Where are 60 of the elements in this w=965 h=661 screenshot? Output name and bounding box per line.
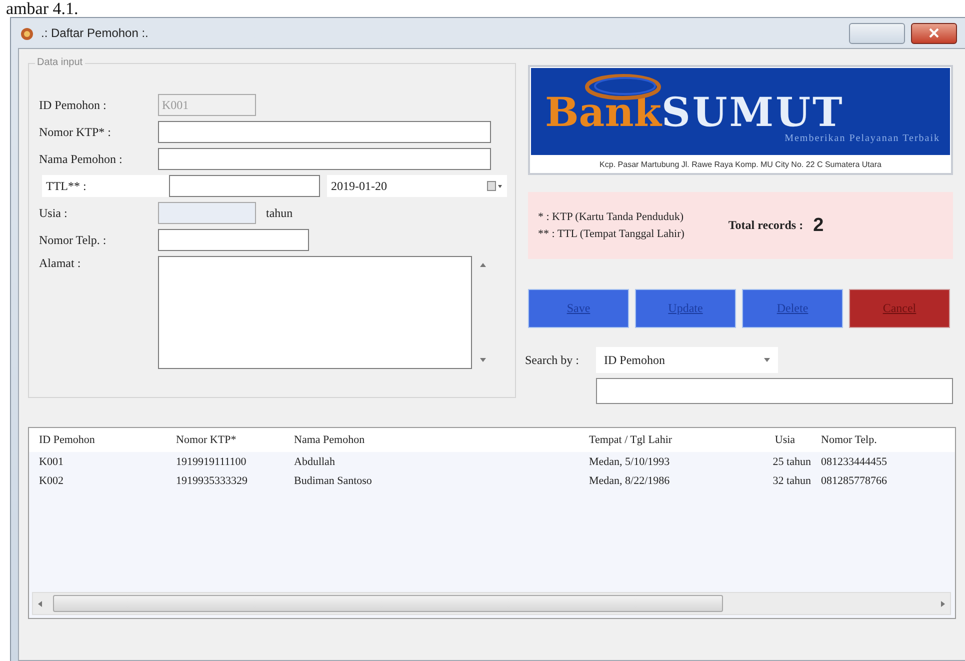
close-button[interactable] [911,22,957,44]
search-by-dropdown[interactable]: ID Pemohon [596,347,778,373]
table-cell-text: 1919935333329 [176,474,248,486]
input-field[interactable] [169,175,320,197]
input-field[interactable] [158,148,491,170]
search-field[interactable] [596,378,953,404]
minimize-maximize-buttons[interactable] [849,22,905,44]
date-value: 2019-01-20 [331,178,388,194]
address-field[interactable] [158,256,472,369]
total-label: Total records : [728,218,804,233]
field-label: Alamat : [39,256,82,271]
table-cell-text: 081233444455 [821,456,888,468]
scroll-thumb[interactable] [53,595,723,612]
table-cell-text: 32 tahun [772,474,812,486]
app-icon [19,25,35,41]
scroll-right-icon[interactable] [940,600,946,606]
field-label: Usia : [39,206,68,220]
input-field[interactable] [158,229,309,251]
logo-text: SUMUT [662,93,844,133]
table-cell-text: Medan, 8/22/1986 [589,474,671,486]
scroll-up-icon[interactable] [480,262,486,268]
search-label: Search by : [525,352,580,368]
caption: ambar 4.1. [6,0,78,17]
column-header[interactable]: ID Pemohon [39,434,176,446]
date-picker[interactable]: 2019-01-20 [327,175,507,197]
column-header[interactable]: Tempat / Tgl Lahir [589,434,759,446]
unit-label: tahun [266,206,293,220]
table-cell-text: Medan, 5/10/1993 [589,456,671,468]
field-label: Nama Pemohon : [39,152,124,166]
logo-tagline: Memberikan Pelayanan Terbaik [784,133,940,144]
column-header[interactable]: Nomor KTP* [176,434,294,446]
field-label: Nomor Telp. : [39,232,108,248]
logo-text: Bank [545,93,662,133]
table-cell-text: 1919919111100 [176,456,248,468]
table-cell-text: Abdullah [294,456,336,468]
field-label: TTL** : [46,178,88,194]
table-cell-text: K001 [39,456,64,468]
footnote: * : KTP (Kartu Tanda Penduduk) [538,211,684,223]
calendar-dropdown-icon [487,181,503,191]
column-header[interactable]: Usia [759,434,821,446]
field-label: ID Pemohon : [39,98,108,112]
scroll-left-icon[interactable] [37,600,43,606]
field-label: Nomor KTP* : [39,124,112,140]
window-title: .: Daftar Pemohon :. [41,26,148,40]
table-cell-text: Budiman Santoso [294,474,373,486]
table-cell-text: K002 [39,474,64,486]
dropdown-value: ID Pemohon [604,352,666,368]
address-line: Kcp. Pasar Martubung Jl. Rawe Raya Komp. MU City No. 22 C Sumatera Utara [598,159,882,171]
scroll-down-icon[interactable] [480,357,486,363]
footnote: ** : TTL (Tempat Tanggal Lahir) [538,228,684,240]
close-icon [929,28,939,38]
group-title: Data input [35,57,85,68]
column-header[interactable]: Nomor Telp. [821,434,955,446]
table-cell-text: 081285778766 [821,474,888,486]
dropdown-arrow-icon[interactable] [764,357,770,363]
input-field[interactable] [158,121,491,143]
horizontal-scrollbar[interactable] [32,592,951,615]
table-cell-text: 25 tahun [772,456,812,468]
column-header[interactable]: Nama Pemohon [294,434,589,446]
total-count: 2 [813,214,824,236]
